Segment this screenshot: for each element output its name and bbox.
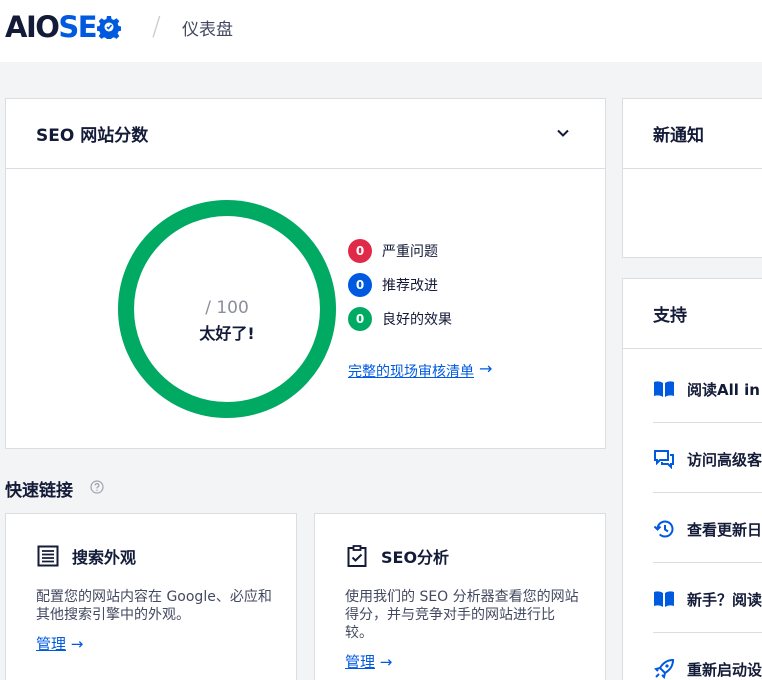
divider — [653, 632, 762, 633]
book-icon — [654, 381, 674, 397]
quick-links-title: 快速链接 — [5, 481, 73, 501]
breadcrumb-dashboard: 仪表盘 — [182, 20, 233, 40]
support-header: 支持 — [623, 279, 762, 349]
support-title: 支持 — [653, 306, 687, 326]
support-item-label: 重新启动设 — [687, 660, 762, 679]
score-card-header: SEO 网站分数 — [6, 99, 605, 169]
quick-link-description: 使用我们的 SEO 分析器查看您的网站得分，并与竞争对手的网站进行比较。 — [345, 589, 579, 641]
quick-link-title: 搜索外观 — [72, 548, 137, 567]
support-item-changelog[interactable]: 查看更新日 — [653, 517, 762, 541]
legend-recommended-improvements: 0 推荐改进 — [348, 273, 452, 297]
support-item-label: 阅读All in — [687, 380, 760, 399]
book-icon — [654, 591, 674, 607]
support-card: 支持 阅读All in 访问高级客 查看更新日 新手？阅读 重新启动设 — [622, 278, 762, 680]
breadcrumb-separator: / — [152, 12, 161, 42]
manage-link-label: 管理 — [36, 635, 67, 653]
help-icon[interactable] — [90, 480, 104, 494]
history-icon — [653, 520, 674, 538]
arrow-right-icon: → — [379, 653, 393, 671]
notifications-card: 新通知 — [622, 98, 762, 258]
support-item-label: 查看更新日 — [687, 520, 762, 539]
support-item-label: 新手？阅读 — [687, 590, 762, 609]
score-card-title: SEO 网站分数 — [36, 126, 149, 146]
legend-good-results: 0 良好的效果 — [348, 307, 452, 331]
top-header: AIO SE / 仪表盘 — [0, 0, 762, 62]
quick-link-header: SEO分析 — [345, 544, 449, 568]
manage-link-label: 管理 — [345, 653, 376, 671]
gear-icon — [97, 16, 122, 39]
recommended-count-badge: 0 — [348, 273, 372, 297]
chevron-down-icon[interactable] — [555, 125, 571, 141]
divider — [653, 562, 762, 563]
quick-link-seo-analysis[interactable]: SEO分析 使用我们的 SEO 分析器查看您的网站得分，并与竞争对手的网站进行比… — [314, 513, 606, 680]
quick-link-header: 搜索外观 — [36, 544, 136, 568]
support-item-premium-support[interactable]: 访问高级客 — [653, 447, 762, 471]
support-item-restart-setup[interactable]: 重新启动设 — [653, 657, 762, 680]
support-item-label: 访问高级客 — [687, 450, 762, 469]
score-legend: 0 严重问题 0 推荐改进 0 良好的效果 — [348, 239, 452, 341]
score-label: 太好了! — [199, 324, 255, 343]
divider — [653, 492, 762, 493]
recommended-improvements-label: 推荐改进 — [382, 278, 438, 294]
manage-link[interactable]: 管理 → — [345, 651, 392, 672]
divider — [653, 422, 762, 423]
logo-text-se: SE — [58, 10, 97, 44]
arrow-right-icon: → — [70, 635, 84, 653]
complete-audit-checklist-link[interactable]: 完整的现场审核清单 — [348, 361, 474, 381]
quick-link-search-appearance[interactable]: 搜索外观 配置您的网站内容在 Google、必应和其他搜索引擎中的外观。 管理 … — [5, 513, 297, 680]
good-results-label: 良好的效果 — [382, 312, 452, 328]
list-icon — [37, 545, 59, 567]
quick-link-description: 配置您的网站内容在 Google、必应和其他搜索引擎中的外观。 — [36, 589, 272, 623]
support-item-read-docs[interactable]: 阅读All in — [653, 377, 760, 401]
good-count-badge: 0 — [348, 307, 372, 331]
logo-text-aio: AIO — [5, 10, 60, 44]
quick-link-title: SEO分析 — [381, 548, 450, 567]
seo-site-score-card: SEO 网站分数 / 100 太好了! 0 严重问题 0 推荐改进 0 良好的效… — [5, 98, 606, 449]
notifications-header: 新通知 — [623, 99, 762, 169]
clipboard-check-icon — [347, 545, 367, 567]
support-item-beginner-guide[interactable]: 新手？阅读 — [653, 587, 762, 611]
critical-count-badge: 0 — [348, 239, 372, 263]
manage-link[interactable]: 管理 → — [36, 633, 83, 654]
chat-icon — [654, 450, 674, 469]
critical-issues-label: 严重问题 — [382, 244, 438, 260]
score-ring: / 100 太好了! — [116, 198, 338, 420]
arrow-right-icon[interactable]: → — [479, 359, 492, 378]
notifications-title: 新通知 — [653, 126, 704, 146]
legend-critical-issues: 0 严重问题 — [348, 239, 452, 263]
rocket-icon — [654, 658, 675, 679]
score-total: / 100 — [205, 298, 249, 318]
aioseo-logo[interactable]: AIO SE — [5, 10, 122, 44]
